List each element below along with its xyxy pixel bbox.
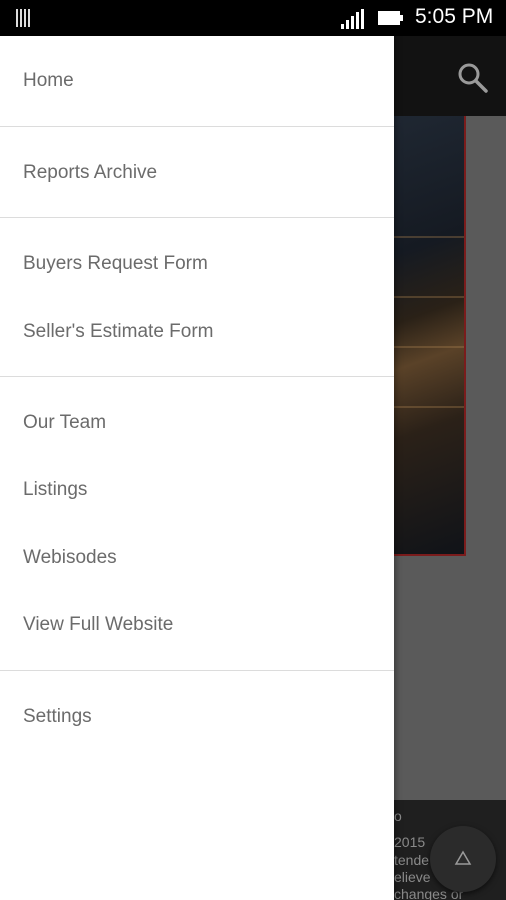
drawer-item-view-full-website[interactable]: View Full Website	[0, 603, 394, 647]
notification-icon	[16, 9, 34, 27]
drawer-divider	[0, 217, 394, 218]
drawer-item-listings[interactable]: Listings	[0, 468, 394, 512]
drawer-item-home[interactable]: Home	[0, 59, 394, 103]
scroll-top-button[interactable]	[430, 826, 496, 892]
drawer-item-reports-archive[interactable]: Reports Archive	[0, 151, 394, 195]
status-bar: 5:05 PM	[0, 0, 506, 36]
signal-icon	[341, 9, 364, 29]
hero-image	[394, 116, 466, 556]
search-icon[interactable]	[455, 60, 489, 94]
drawer-divider	[0, 376, 394, 377]
drawer-item-our-team[interactable]: Our Team	[0, 401, 394, 445]
footer-line: o	[394, 808, 402, 824]
status-time: 5:05 PM	[415, 5, 494, 28]
drawer-divider	[0, 670, 394, 671]
drawer-item-settings[interactable]: Settings	[0, 695, 394, 739]
chevron-up-icon	[454, 850, 472, 865]
navigation-drawer: Home Reports Archive Buyers Request Form…	[0, 36, 394, 900]
drawer-divider	[0, 126, 394, 127]
drawer-item-webisodes[interactable]: Webisodes	[0, 536, 394, 580]
battery-icon	[378, 11, 403, 25]
footer-line: tende	[394, 852, 430, 868]
footer-line: 2015	[394, 834, 426, 850]
drawer-item-sellers-estimate-form[interactable]: Seller's Estimate Form	[0, 310, 394, 354]
footer-line: elieve	[394, 869, 431, 885]
drawer-item-buyers-request-form[interactable]: Buyers Request Form	[0, 242, 394, 286]
